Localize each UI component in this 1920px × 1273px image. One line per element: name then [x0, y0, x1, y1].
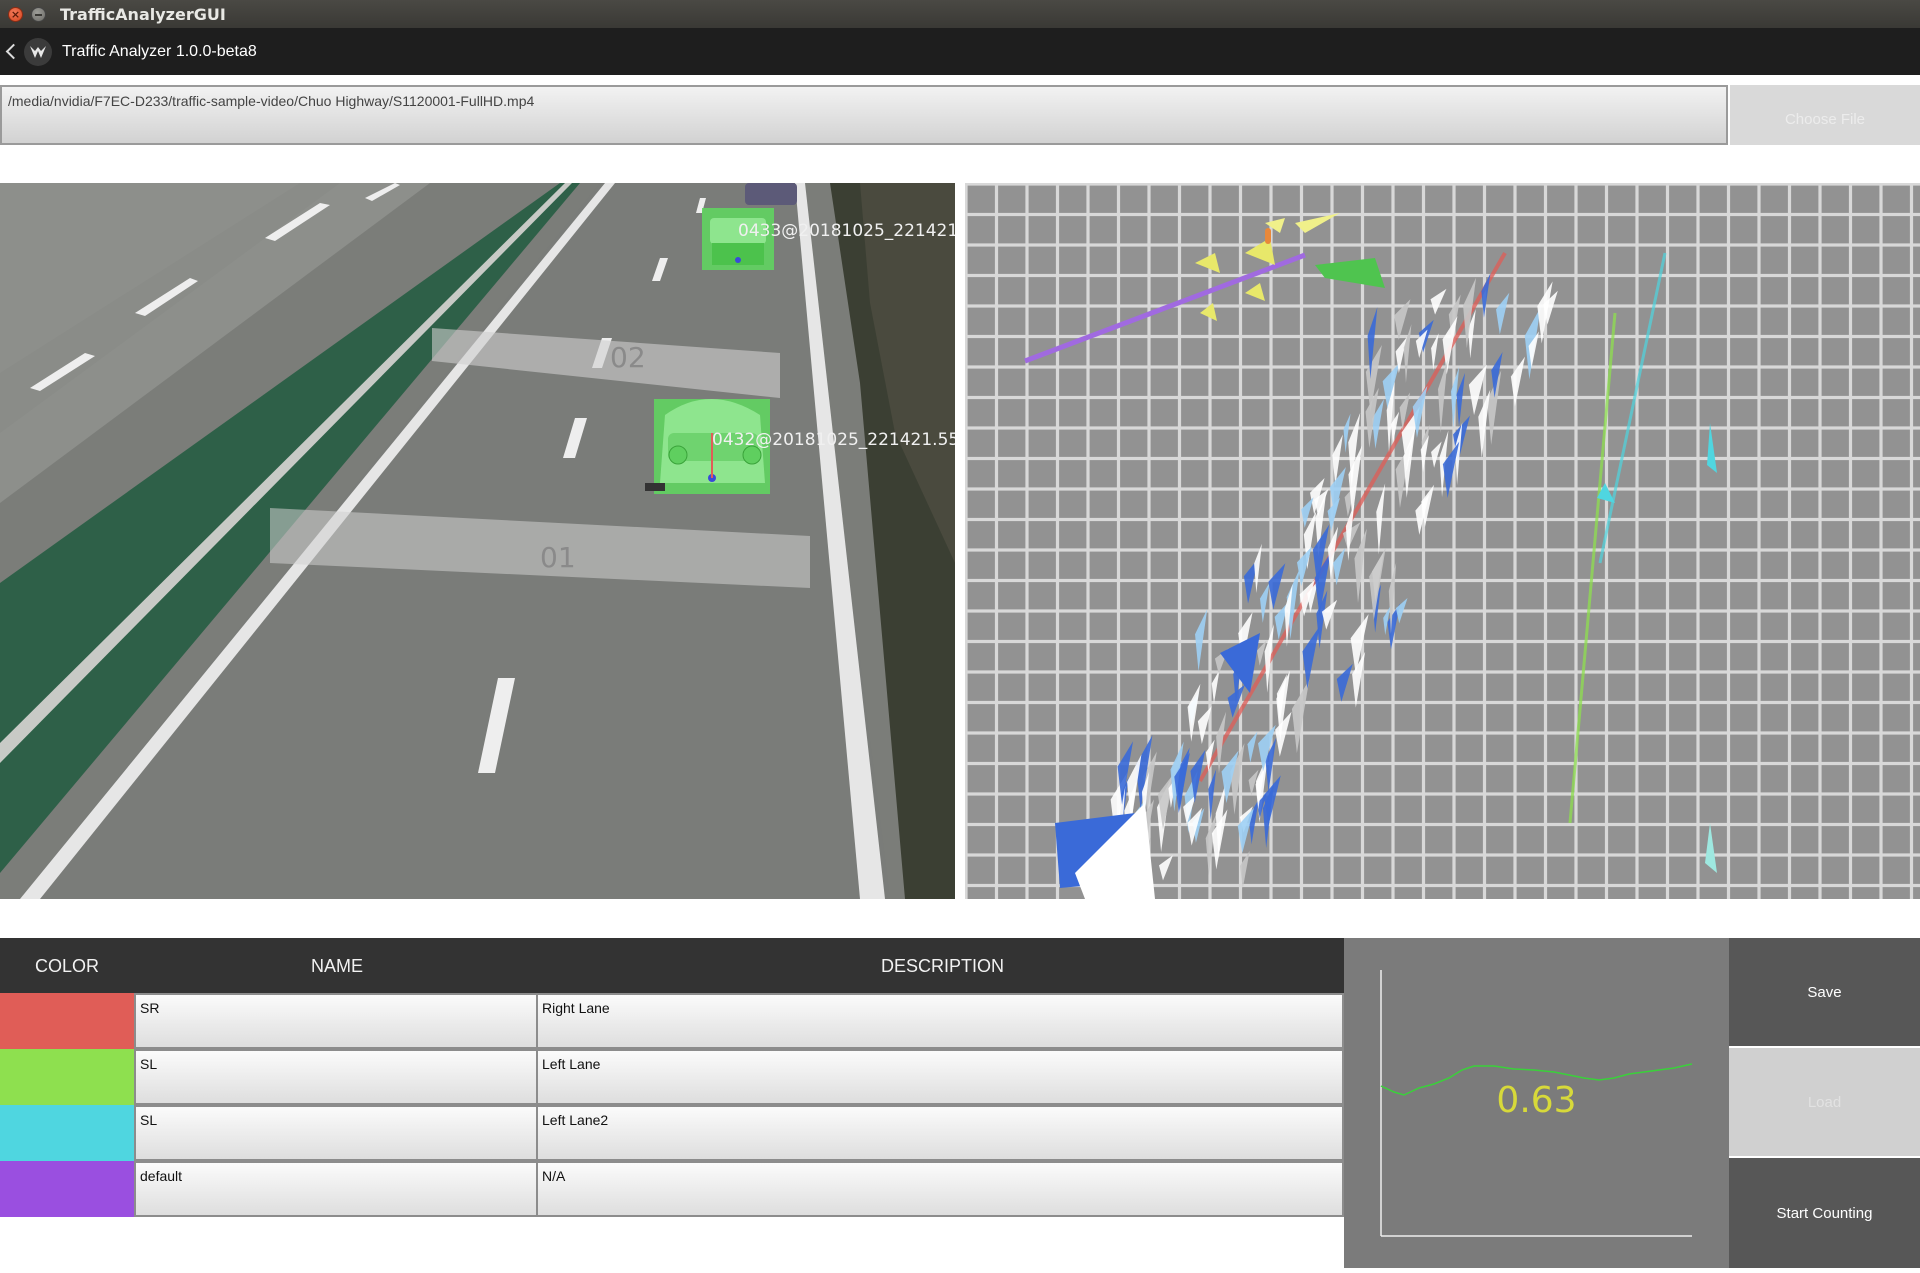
- kivy-logo-icon: [30, 45, 46, 58]
- load-button[interactable]: Load: [1729, 1048, 1920, 1156]
- vehicle-label: 0433@20181025_221421.5: [738, 221, 955, 241]
- lane-table-header: COLOR NAME DESCRIPTION: [0, 938, 1344, 993]
- lane-description-input[interactable]: Right Lane: [536, 993, 1344, 1049]
- flow-3d-view: [965, 183, 1920, 899]
- file-path-input[interactable]: /media/nvidia/F7EC-D233/traffic-sample-v…: [0, 85, 1728, 145]
- lane-color-swatch[interactable]: [0, 1105, 134, 1161]
- video-view: 0433@20181025_221421.5 0432@20181025_221…: [0, 183, 955, 899]
- highway-frame: [0, 183, 955, 899]
- lane-name-input[interactable]: SL: [134, 1105, 538, 1161]
- column-header-name: NAME: [311, 956, 364, 976]
- lane-color-swatch[interactable]: [0, 993, 134, 1049]
- save-button[interactable]: Save: [1729, 938, 1920, 1046]
- app-header: Traffic Analyzer 1.0.0-beta8: [0, 28, 1920, 75]
- table-row: SL Left Lane2: [0, 1105, 1344, 1161]
- lane-description-input[interactable]: Left Lane2: [536, 1105, 1344, 1161]
- zone-label: 02: [610, 341, 646, 374]
- back-icon[interactable]: [4, 40, 18, 64]
- flow-rate-graph: 0.63: [1344, 938, 1729, 1268]
- table-row: SR Right Lane: [0, 993, 1344, 1049]
- lane-color-swatch[interactable]: [0, 1049, 134, 1105]
- table-row: default N/A: [0, 1161, 1344, 1217]
- window-title: TrafficAnalyzerGUI: [60, 4, 226, 24]
- table-row: SL Left Lane: [0, 1049, 1344, 1105]
- lane-color-swatch[interactable]: [0, 1161, 134, 1217]
- app-logo: [24, 37, 52, 66]
- column-header-color: COLOR: [35, 956, 100, 976]
- window-titlebar: × TrafficAnalyzerGUI: [0, 0, 1920, 28]
- flow-grid: [965, 183, 1920, 899]
- lane-name-input[interactable]: SL: [134, 1049, 538, 1105]
- app-title: Traffic Analyzer 1.0.0-beta8: [62, 42, 257, 60]
- window-minimize-button[interactable]: [31, 6, 46, 22]
- lane-name-input[interactable]: SR: [134, 993, 538, 1049]
- lane-description-input[interactable]: Left Lane: [536, 1049, 1344, 1105]
- window-close-button[interactable]: ×: [8, 6, 23, 22]
- graph-value-label: 0.63: [1496, 1080, 1577, 1121]
- zone-label: 01: [540, 541, 576, 574]
- vehicle-label: 0432@20181025_221421.5517: [712, 430, 955, 450]
- choose-file-button[interactable]: Choose File: [1730, 85, 1920, 145]
- start-counting-button[interactable]: Start Counting: [1729, 1158, 1920, 1268]
- column-header-description: DESCRIPTION: [881, 956, 1005, 976]
- table-empty-area: [0, 1218, 1344, 1268]
- lane-description-input[interactable]: N/A: [536, 1161, 1344, 1217]
- lane-name-input[interactable]: default: [134, 1161, 538, 1217]
